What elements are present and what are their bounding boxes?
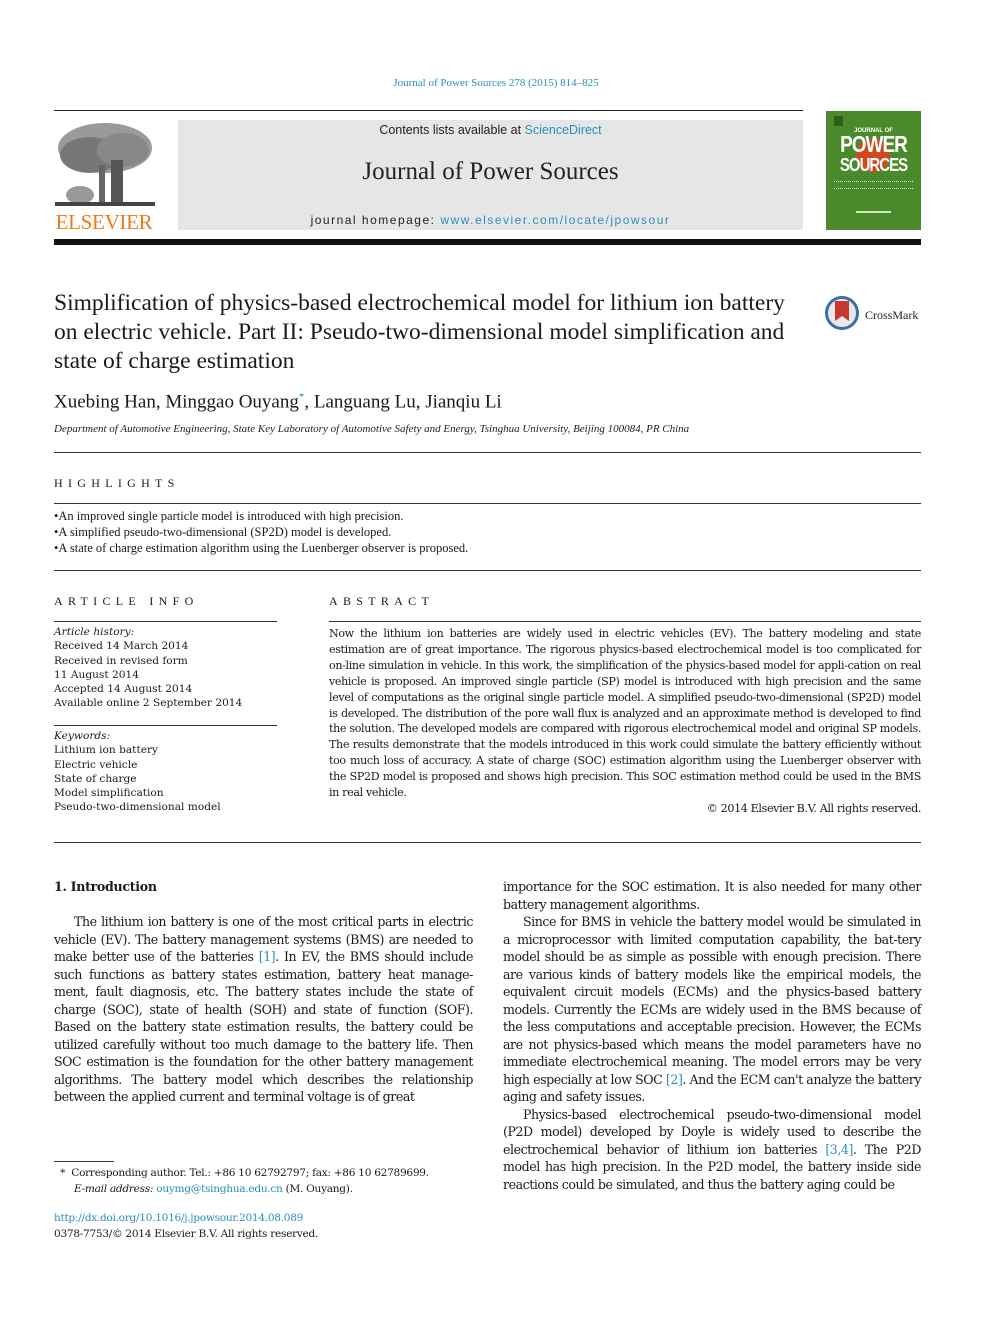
footnote-rule bbox=[54, 1161, 114, 1162]
doi-block: http://dx.doi.org/10.1016/j.jpowsour.201… bbox=[54, 1210, 318, 1242]
elsevier-tree-icon bbox=[55, 120, 155, 210]
highlight-item: •A state of charge estimation algorithm … bbox=[54, 541, 469, 555]
footnote-email-line: E-mail address: ouymg@tsinghua.edu.cn (M… bbox=[54, 1181, 494, 1197]
highlights-heading: HIGHLIGHTS bbox=[54, 476, 180, 490]
keywords-label: Keywords: bbox=[54, 730, 111, 742]
history-line: Available online 2 September 2014 bbox=[54, 697, 243, 710]
footnote-text: Corresponding author. Tel.: +86 10 62792… bbox=[71, 1167, 429, 1179]
author-separator: , bbox=[155, 391, 166, 413]
footnote-mark: * bbox=[60, 1167, 66, 1179]
reference-link[interactable]: [1] bbox=[259, 949, 276, 964]
keyword: State of charge bbox=[54, 772, 137, 785]
history-line: 11 August 2014 bbox=[54, 668, 139, 681]
journal-title: Journal of Power Sources bbox=[362, 158, 619, 185]
sciencedirect-link[interactable]: ScienceDirect bbox=[525, 123, 602, 137]
email-suffix: (M. Ouyang). bbox=[282, 1183, 353, 1195]
history-line: Accepted 14 August 2014 bbox=[54, 683, 193, 696]
footnote-line: * Corresponding author. Tel.: +86 10 627… bbox=[54, 1165, 494, 1181]
author-separator: , bbox=[304, 391, 314, 413]
keyword: Lithium ion battery bbox=[54, 744, 159, 757]
divider bbox=[329, 621, 921, 622]
affiliation: Department of Automotive Engineering, St… bbox=[54, 423, 690, 435]
body-column-right: importance for the SOC estimation. It is… bbox=[503, 878, 921, 1193]
elsevier-logo[interactable]: ELSEVIER bbox=[53, 120, 155, 234]
cover-subtitle-lines bbox=[834, 181, 913, 189]
journal-masthead: Contents lists available at ScienceDirec… bbox=[178, 120, 803, 230]
article-info-heading: ARTICLE INFO bbox=[54, 594, 199, 608]
masthead-thick-rule bbox=[54, 239, 921, 245]
body-column-left: The lithium ion battery is one of the mo… bbox=[54, 913, 473, 1106]
abstract-body: Now the lithium ion batteries are widely… bbox=[329, 626, 921, 817]
paragraph-text: . In EV, the BMS should include such fun… bbox=[54, 949, 473, 1104]
keywords: Keywords: Lithium ion battery Electric v… bbox=[54, 729, 279, 815]
header-rule bbox=[54, 110, 803, 111]
contents-prefix: Contents lists available at bbox=[379, 123, 525, 137]
keyword: Pseudo-two-dimensional model bbox=[54, 801, 221, 814]
abstract-copyright: © 2014 Elsevier B.V. All rights reserved… bbox=[706, 801, 922, 815]
paragraph: Physics-based electrochemical pseudo-two… bbox=[503, 1106, 921, 1194]
divider bbox=[54, 570, 921, 571]
cover-publisher-mark bbox=[834, 116, 843, 126]
crossmark-label: CrossMark bbox=[865, 308, 919, 322]
doi-link[interactable]: http://dx.doi.org/10.1016/j.jpowsour.201… bbox=[54, 1210, 318, 1226]
author-separator: , bbox=[415, 391, 426, 413]
highlight-text: A simplified pseudo-two-dimensional (SP2… bbox=[58, 525, 392, 539]
homepage-prefix: journal homepage: bbox=[310, 213, 441, 227]
homepage-line: journal homepage: www.elsevier.com/locat… bbox=[178, 213, 803, 227]
keyword: Electric vehicle bbox=[54, 758, 138, 771]
reference-link[interactable]: [2] bbox=[666, 1072, 683, 1087]
cover-sources: SOURCES bbox=[839, 155, 908, 176]
highlight-text: A state of charge estimation algorithm u… bbox=[58, 541, 469, 555]
divider bbox=[54, 621, 277, 622]
author-list: Xuebing Han, Minggao Ouyang*, Languang L… bbox=[54, 391, 502, 413]
paragraph: The lithium ion battery is one of the mo… bbox=[54, 913, 473, 1106]
paragraph: importance for the SOC estimation. It is… bbox=[503, 879, 921, 912]
history-label: Article history: bbox=[54, 626, 135, 638]
crossmark-button[interactable]: CrossMark bbox=[825, 296, 925, 336]
divider bbox=[54, 725, 277, 726]
journal-cover-image[interactable]: JOURNAL OF POWER SOURCES bbox=[826, 111, 921, 230]
author[interactable]: Languang Lu bbox=[314, 391, 416, 412]
highlight-item: •An improved single particle model is in… bbox=[54, 509, 404, 523]
highlights-list: •An improved single particle model is in… bbox=[54, 508, 914, 556]
author[interactable]: Jianqiu Li bbox=[425, 391, 502, 412]
footnote: * Corresponding author. Tel.: +86 10 627… bbox=[54, 1165, 494, 1197]
reference-link[interactable]: [3,4] bbox=[825, 1142, 853, 1157]
abstract-text: Now the lithium ion batteries are widely… bbox=[329, 627, 921, 800]
journal-citation-link[interactable]: Journal of Power Sources 278 (2015) 814–… bbox=[0, 77, 992, 89]
keyword: Model simplification bbox=[54, 787, 164, 800]
cover-footer-line bbox=[856, 211, 891, 213]
article-title: Simplification of physics-based electroc… bbox=[54, 290, 785, 374]
introduction-heading: 1. Introduction bbox=[54, 879, 157, 894]
homepage-link[interactable]: www.elsevier.com/locate/jpowsour bbox=[440, 213, 670, 227]
abstract-heading: ABSTRACT bbox=[329, 594, 435, 608]
paragraph-text: Since for BMS in vehicle the battery mod… bbox=[503, 914, 921, 1087]
divider bbox=[54, 452, 921, 453]
issn-line: 0378-7753/© 2014 Elsevier B.V. All right… bbox=[54, 1228, 319, 1240]
history-line: Received in revised form bbox=[54, 654, 188, 667]
highlight-text: An improved single particle model is int… bbox=[58, 509, 404, 523]
divider bbox=[54, 503, 921, 504]
highlight-item: •A simplified pseudo-two-dimensional (SP… bbox=[54, 525, 392, 539]
author[interactable]: Xuebing Han bbox=[54, 391, 156, 412]
contents-line: Contents lists available at ScienceDirec… bbox=[178, 123, 803, 137]
elsevier-wordmark: ELSEVIER bbox=[55, 210, 153, 234]
email-link[interactable]: ouymg@tsinghua.edu.cn bbox=[156, 1183, 283, 1195]
email-label: E-mail address: bbox=[74, 1183, 154, 1195]
divider bbox=[54, 842, 921, 843]
author[interactable]: Minggao Ouyang bbox=[165, 391, 299, 412]
paragraph: Since for BMS in vehicle the battery mod… bbox=[503, 913, 921, 1106]
history-line: Received 14 March 2014 bbox=[54, 640, 189, 653]
article-history: Article history: Received 14 March 2014 … bbox=[54, 625, 279, 711]
